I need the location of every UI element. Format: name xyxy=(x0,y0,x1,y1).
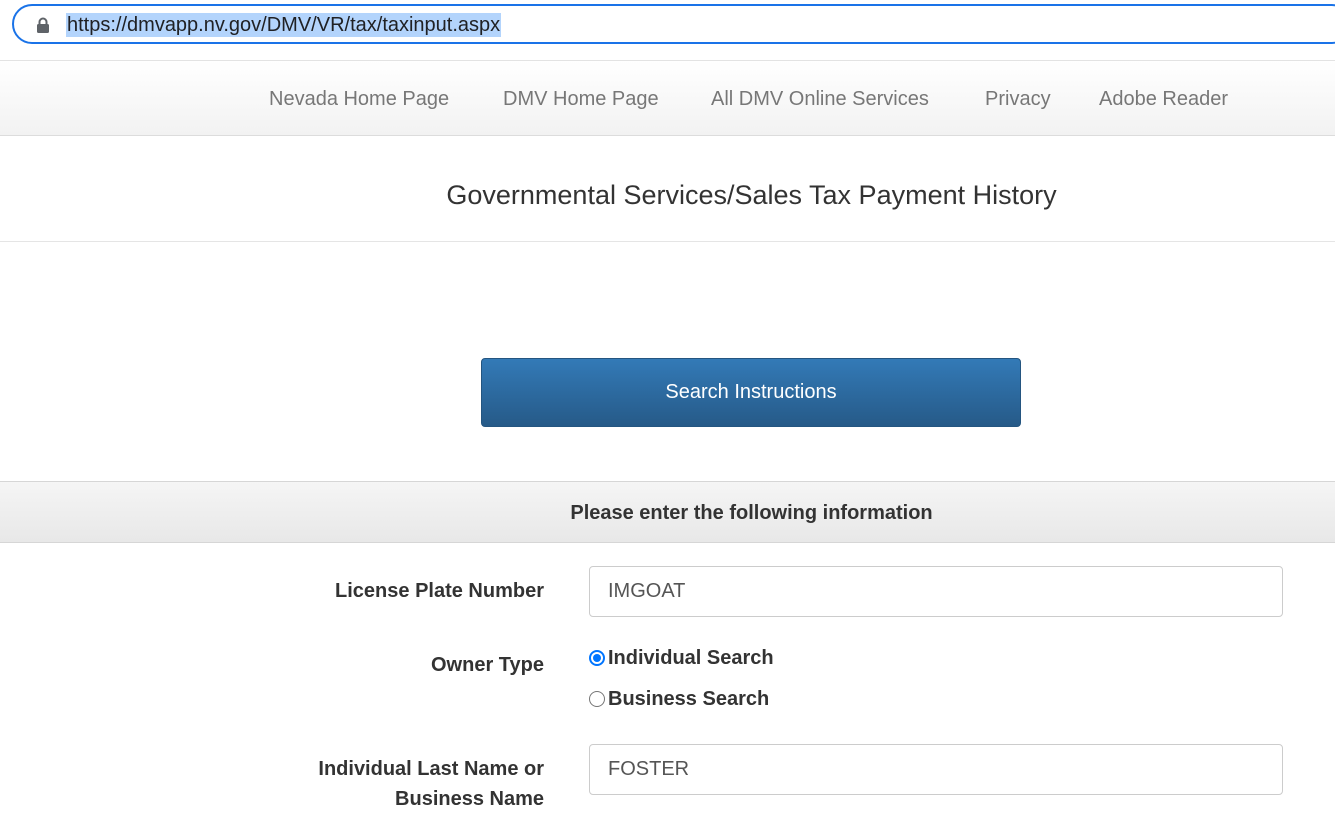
individual-search-label[interactable]: Individual Search xyxy=(608,647,774,670)
nav-link-privacy[interactable]: Privacy xyxy=(985,87,1051,111)
individual-search-option[interactable]: Individual Search xyxy=(589,645,774,671)
nav-link-nevada-home[interactable]: Nevada Home Page xyxy=(269,87,449,111)
title-divider xyxy=(0,241,1335,242)
individual-search-radio[interactable] xyxy=(589,650,605,666)
page-title: Governmental Services/Sales Tax Payment … xyxy=(446,180,1057,210)
lock-icon[interactable] xyxy=(36,17,50,33)
address-bar[interactable]: https://dmvapp.nv.gov/DMV/VR/tax/taxinpu… xyxy=(12,4,1335,44)
business-search-option[interactable]: Business Search xyxy=(589,686,769,712)
url-text[interactable]: https://dmvapp.nv.gov/DMV/VR/tax/taxinpu… xyxy=(66,13,502,37)
nav-link-adobe-reader[interactable]: Adobe Reader xyxy=(1099,87,1228,111)
plate-label: License Plate Number xyxy=(335,580,544,602)
form-section-header: Please enter the following information xyxy=(0,481,1335,543)
plate-input[interactable]: IMGOAT xyxy=(589,566,1283,617)
nav-link-all-services[interactable]: All DMV Online Services xyxy=(711,87,929,111)
name-label-line1: Individual Last Name or xyxy=(318,758,544,780)
owner-type-label: Owner Type xyxy=(431,654,544,676)
business-search-label[interactable]: Business Search xyxy=(608,688,769,711)
name-input[interactable]: FOSTER xyxy=(589,744,1283,795)
top-navbar: Nevada Home Page DMV Home Page All DMV O… xyxy=(0,60,1335,136)
nav-link-dmv-home[interactable]: DMV Home Page xyxy=(503,87,659,111)
search-instructions-button[interactable]: Search Instructions xyxy=(481,358,1021,427)
section-header-text: Please enter the following information xyxy=(570,502,933,524)
business-search-radio[interactable] xyxy=(589,691,605,707)
browser-address-area: https://dmvapp.nv.gov/DMV/VR/tax/taxinpu… xyxy=(0,0,1335,56)
name-label-line2: Business Name xyxy=(395,788,544,810)
